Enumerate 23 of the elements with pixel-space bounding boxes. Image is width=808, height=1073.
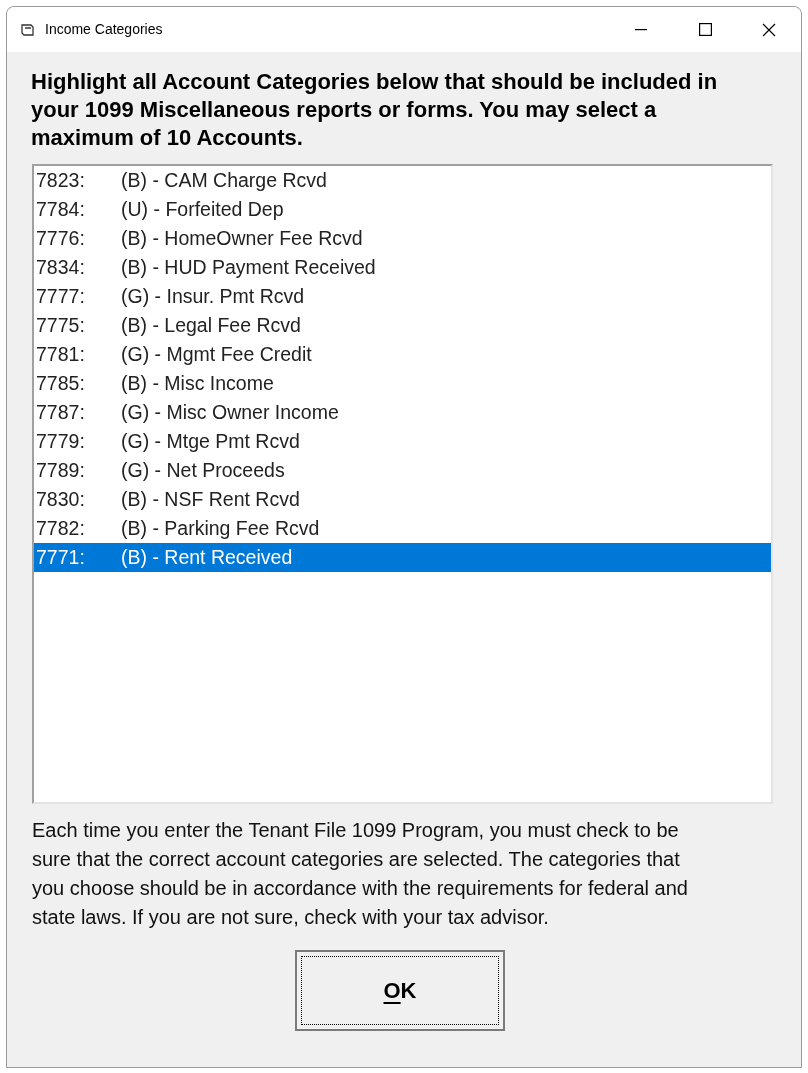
list-item[interactable]: 7777: (G) - Insur. Pmt Rcvd (34, 282, 771, 311)
list-item[interactable]: 7771: (B) - Rent Received (34, 543, 771, 572)
list-item[interactable]: 7776: (B) - HomeOwner Fee Rcvd (34, 224, 771, 253)
list-item[interactable]: 7779: (G) - Mtge Pmt Rcvd (34, 427, 771, 456)
list-item[interactable]: 7823: (B) - CAM Charge Rcvd (34, 166, 771, 195)
list-item[interactable]: 7787: (G) - Misc Owner Income (34, 398, 771, 427)
window-title: Income Categories (45, 20, 163, 39)
list-item[interactable]: 7775: (B) - Legal Fee Rcvd (34, 311, 771, 340)
maximize-icon (698, 23, 712, 36)
accounts-list[interactable] (32, 164, 773, 804)
window-icon (21, 22, 37, 37)
list-item[interactable]: 7784: (U) - Forfeited Dep (34, 195, 771, 224)
list-item[interactable]: 7830: (B) - NSF Rent Rcvd (34, 485, 771, 514)
list-item[interactable]: 7785: (B) - Misc Income (34, 369, 771, 398)
list-item[interactable]: 7834: (B) - HUD Payment Received (34, 253, 771, 282)
close-icon (762, 22, 776, 37)
list-item[interactable]: 7781: (G) - Mgmt Fee Credit (34, 340, 771, 369)
ok-button[interactable]: OK (295, 950, 505, 1031)
list-item[interactable]: 7782: (B) - Parking Fee Rcvd (34, 514, 771, 543)
list-item[interactable]: 7789: (G) - Net Proceeds (34, 456, 771, 485)
note-text: Each time you enter the Tenant File 1099 Program, you must check to be sure that the correct account categories are selected. The categories that you choose should be in accordance with the requirements for federal and state laws. If you are not sure, check with your tax advisor. (32, 818, 689, 930)
instructions-text: Highlight all Account Categories below that should be included in your 1099 Miscellaneous reports or forms. You may select a maximum of 10 Accounts. (31, 68, 719, 152)
minimize-icon (635, 28, 647, 31)
